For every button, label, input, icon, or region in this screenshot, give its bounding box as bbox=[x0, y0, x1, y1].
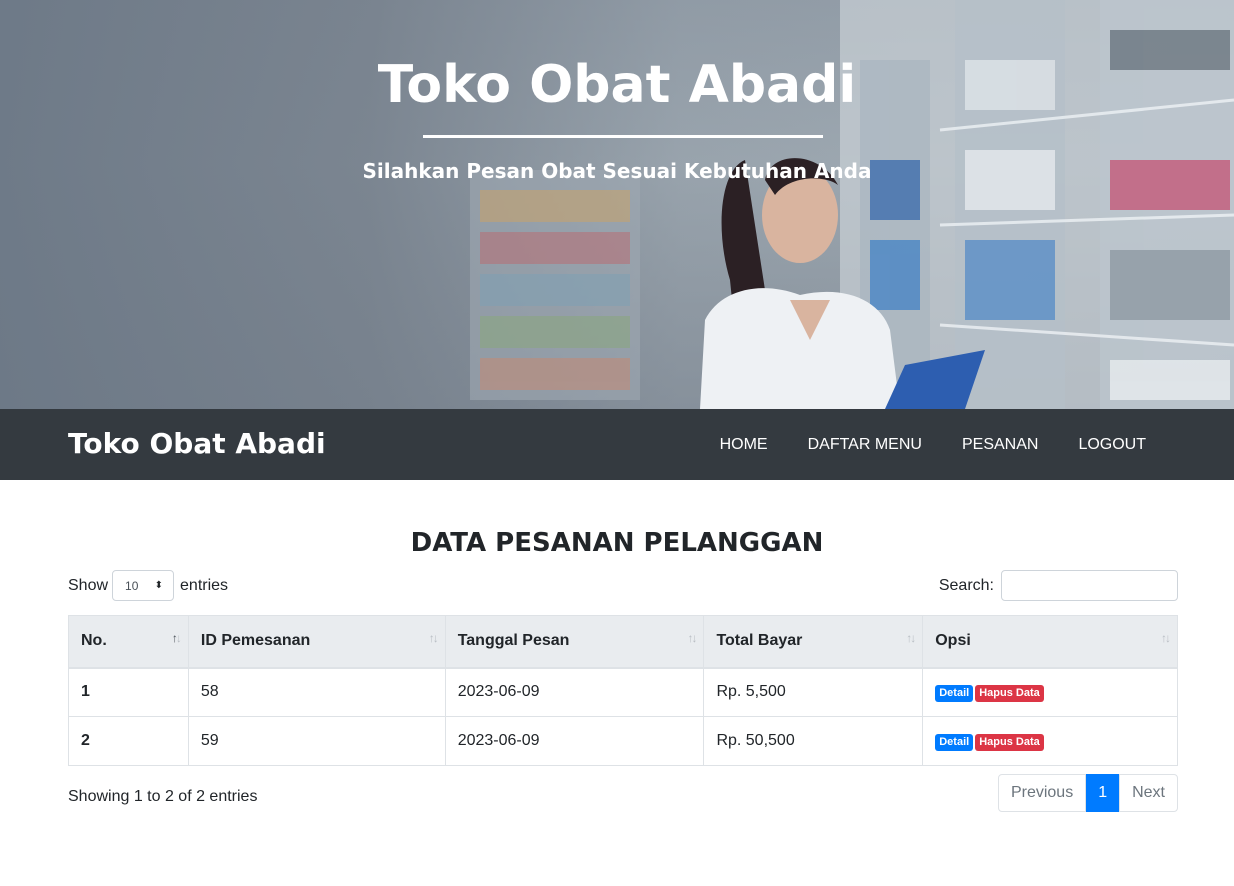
table-info: Showing 1 to 2 of 2 entries bbox=[68, 788, 258, 805]
column-header-id-pemesanan[interactable]: ID Pemesanan ↑↓ bbox=[187, 615, 446, 669]
table-row: 1 58 2023-06-09 Rp. 5,500 Detail Hapus Da… bbox=[68, 667, 1178, 717]
cell-opsi: Detail Hapus Data bbox=[922, 716, 1178, 766]
navbar-brand[interactable]: Toko Obat Abadi bbox=[68, 427, 326, 460]
sort-icon: ↑↓ bbox=[171, 631, 182, 645]
cell-tanggal-pesan: 2023-06-09 bbox=[444, 716, 705, 766]
nav-link-logout[interactable]: LOGOUT bbox=[1078, 436, 1146, 454]
detail-button[interactable]: Detail bbox=[935, 733, 974, 751]
previous-page-button[interactable]: Previous bbox=[997, 774, 1087, 812]
cell-tanggal-pesan: 2023-06-09 bbox=[444, 667, 705, 717]
navbar: Toko Obat Abadi HOME DAFTAR MENU PESANAN… bbox=[0, 409, 1234, 480]
page-length-value: 10 bbox=[125, 578, 139, 593]
select-arrows-icon: ⬍ bbox=[154, 579, 164, 591]
search-label: Search: bbox=[938, 576, 994, 594]
cell-id-pemesanan: 59 bbox=[187, 716, 446, 766]
cell-no: 1 bbox=[68, 667, 189, 717]
page-1-button[interactable]: 1 bbox=[1086, 774, 1120, 812]
cell-id-pemesanan: 58 bbox=[187, 667, 446, 717]
orders-table: No. ↑↓ ID Pemesanan ↑↓ Tanggal Pesan ↑↓ … bbox=[68, 615, 1178, 766]
cell-total-bayar: Rp. 5,500 bbox=[703, 667, 924, 717]
sort-icon: ↑↓ bbox=[428, 631, 439, 645]
page-length-select[interactable]: 10 ⬍ bbox=[112, 570, 175, 601]
sort-icon: ↑↓ bbox=[906, 631, 916, 645]
hero-banner: Toko Obat Abadi Silahkan Pesan Obat Sesu… bbox=[0, 0, 1234, 409]
cell-no: 2 bbox=[68, 716, 189, 766]
column-header-no[interactable]: No. ↑↓ bbox=[68, 615, 189, 669]
page-length-control: Show 10 ⬍ entries bbox=[68, 570, 228, 601]
cell-opsi: Detail Hapus Data bbox=[922, 667, 1178, 717]
show-label: Show bbox=[68, 576, 109, 594]
search-input[interactable] bbox=[1001, 570, 1178, 601]
detail-button[interactable]: Detail bbox=[935, 684, 974, 702]
next-page-button[interactable]: Next bbox=[1119, 774, 1178, 812]
column-header-total-bayar[interactable]: Total Bayar ↑↓ bbox=[703, 615, 924, 669]
nav-link-daftar-menu[interactable]: DAFTAR MENU bbox=[808, 436, 922, 454]
cell-total-bayar: Rp. 50,500 bbox=[703, 716, 924, 766]
nav-link-pesanan[interactable]: PESANAN bbox=[962, 436, 1038, 454]
column-header-opsi[interactable]: Opsi ↑↓ bbox=[922, 615, 1178, 669]
search-control: Search: bbox=[939, 570, 1178, 601]
table-row: 2 59 2023-06-09 Rp. 50,500 Detail Hapus D… bbox=[68, 716, 1178, 766]
nav-link-home[interactable]: HOME bbox=[720, 436, 768, 454]
entries-label: entries bbox=[180, 576, 229, 594]
sort-icon: ↑↓ bbox=[687, 631, 697, 645]
pagination: Previous 1 Next bbox=[997, 774, 1178, 812]
hero-title: Toko Obat Abadi bbox=[377, 55, 857, 115]
sort-icon: ↑↓ bbox=[1161, 631, 1171, 645]
nav-links: HOME DAFTAR MENU PESANAN LOGOUT bbox=[680, 409, 1146, 480]
table-header-row: No. ↑↓ ID Pemesanan ↑↓ Tanggal Pesan ↑↓ … bbox=[68, 615, 1178, 669]
page-title: DATA PESANAN PELANGGAN bbox=[410, 528, 824, 558]
delete-button[interactable]: Hapus Data bbox=[975, 733, 1044, 751]
hero-divider bbox=[423, 135, 823, 138]
hero-subtitle: Silahkan Pesan Obat Sesuai Kebutuhan And… bbox=[362, 159, 872, 183]
column-header-tanggal-pesan[interactable]: Tanggal Pesan ↑↓ bbox=[444, 615, 705, 669]
delete-button[interactable]: Hapus Data bbox=[975, 684, 1044, 702]
